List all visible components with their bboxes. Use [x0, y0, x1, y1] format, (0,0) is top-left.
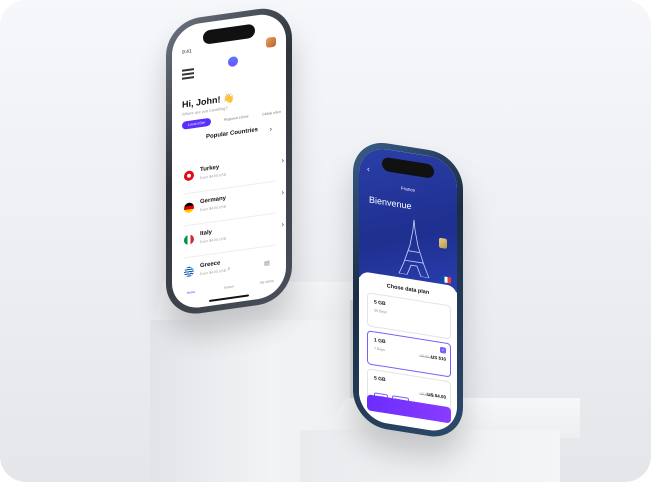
- list-item-italy[interactable]: Italy From $4.00 USD ›: [184, 215, 284, 253]
- check-icon: ✓: [440, 346, 446, 354]
- plan-data: 5 GB: [374, 375, 386, 384]
- phone-right-screen: ‹ France Bienvenue Chose data plan 5 GB …: [359, 144, 457, 435]
- sim-chip-icon: [439, 237, 447, 249]
- country-header: ‹ France Bienvenue: [359, 144, 457, 293]
- menu-icon[interactable]: [182, 68, 194, 80]
- country-name: Italy: [200, 229, 213, 238]
- dynamic-island: [382, 156, 434, 179]
- tab-local-esim[interactable]: Local eSim: [182, 117, 212, 130]
- country-name: Turkey: [200, 164, 220, 174]
- nav-my-esims[interactable]: ▤ My eSims: [252, 259, 282, 290]
- plan-data: 5 GB: [374, 299, 386, 308]
- chevron-right-icon[interactable]: ›: [270, 126, 272, 133]
- plan-data: 1 GB: [374, 337, 386, 346]
- flag-germany-icon: [184, 202, 194, 214]
- scene-background: 9:41 Hi, John! 👋 Where are you travellin…: [0, 0, 651, 482]
- country-name: Germany: [200, 195, 227, 206]
- avatar[interactable]: [266, 36, 276, 48]
- list-item-germany[interactable]: Germany From $4.00 USD ›: [184, 183, 284, 221]
- flag-france-icon: [441, 275, 451, 284]
- home-indicator: [209, 294, 249, 302]
- chevron-right-icon: ›: [281, 221, 284, 229]
- flag-turkey-icon: [184, 170, 194, 182]
- country-price: From $4.00 USD: [200, 204, 227, 213]
- nav-label: My eSims: [260, 278, 274, 285]
- back-chevron-icon[interactable]: ‹: [367, 164, 370, 173]
- chevron-right-icon: ›: [281, 157, 284, 165]
- nav-home[interactable]: ⌂ Home: [176, 269, 206, 300]
- section-title: Popular Countries: [206, 127, 259, 141]
- country-price: From $4.00 USD: [200, 172, 227, 181]
- plan-duration: 30 Days: [374, 308, 387, 315]
- plan-price: US $4.00: [427, 391, 446, 400]
- phone-right: ‹ France Bienvenue Chose data plan 5 GB …: [353, 138, 463, 442]
- flag-italy-icon: [184, 234, 194, 246]
- welcome-text: Bienvenue: [369, 194, 412, 212]
- nav-label: Home: [186, 289, 196, 296]
- status-time: 9:41: [182, 48, 192, 56]
- home-icon: ⌂: [189, 271, 193, 278]
- plan-price: US $10: [430, 354, 446, 362]
- nav-label: Search: [223, 284, 235, 290]
- plan-duration: 7 Days: [374, 346, 385, 353]
- pedestal-right-front: [300, 430, 560, 482]
- phone-left-screen: 9:41 Hi, John! 👋 Where are you travellin…: [172, 11, 286, 312]
- app-logo-icon: [228, 55, 238, 68]
- list-item-turkey[interactable]: Turkey From $4.00 USD ›: [184, 151, 284, 189]
- country-price: From $4.00 USD: [200, 236, 227, 245]
- tab-regional-esims[interactable]: Regional eSims: [224, 114, 249, 121]
- chevron-right-icon: ›: [281, 189, 284, 197]
- tab-global-esim[interactable]: Global eSim: [262, 110, 281, 117]
- plan-sheet: Chose data plan 5 GB 30 Days ✓ 1 GB 7 Da…: [359, 270, 457, 435]
- eiffel-tower-icon: [398, 219, 430, 279]
- status-bar: 9:41: [182, 36, 276, 80]
- phone-left: 9:41 Hi, John! 👋 Where are you travellin…: [166, 4, 292, 318]
- nav-search[interactable]: ⌕ Search: [214, 264, 244, 295]
